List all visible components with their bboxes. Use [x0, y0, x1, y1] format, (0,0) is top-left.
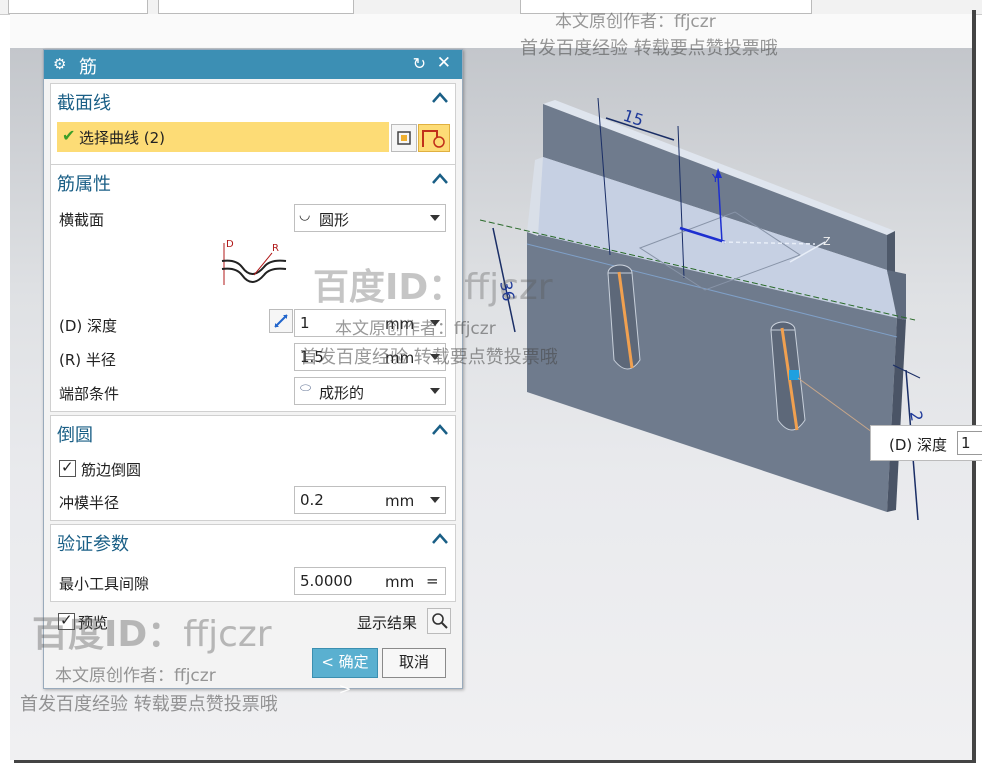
check-icon: ✔ — [62, 126, 76, 145]
collapse-caret-icon[interactable] — [431, 422, 449, 436]
watermark-id-label: 百度ID： — [313, 267, 465, 308]
end-condition-select[interactable]: ⬭ 成形的 — [294, 377, 446, 405]
select-curve-row[interactable]: ✔ 选择曲线 (2) — [57, 122, 389, 152]
watermark-id-value: ffjczr — [464, 267, 553, 308]
top-toolbar — [0, 0, 982, 15]
min-gap-unit: mm — [385, 573, 415, 591]
section-verify-header[interactable]: 验证参数 — [51, 525, 455, 558]
select-curve-label: 选择曲线 (2) — [79, 129, 166, 147]
min-gap-value: 5.0000 — [300, 572, 353, 590]
sketch-icon — [397, 131, 411, 145]
punch-radius-value: 0.2 — [300, 491, 324, 509]
dropdown-arrow-icon — [430, 388, 440, 394]
show-result-label: 显示结果 — [357, 614, 418, 632]
cross-section-label: 横截面 — [59, 211, 105, 229]
min-gap-op[interactable]: = — [426, 572, 439, 590]
watermark-author-bottom: 本文原创作者：ffjczr — [55, 666, 216, 686]
curve-select-icon — [422, 130, 445, 148]
depth-value: 1 — [300, 314, 310, 332]
section-fillet-title: 倒圆 — [57, 425, 93, 446]
collapse-caret-icon[interactable] — [431, 531, 449, 545]
cross-section-select[interactable]: ◡ 圆形 — [294, 204, 446, 232]
ribbon-strip — [10, 14, 972, 49]
watermark-id-bottom: 百度ID：ffjczr — [32, 605, 272, 657]
diagram-label-d: D — [226, 239, 234, 250]
tooltip-depth-input[interactable]: 1 — [957, 431, 982, 455]
min-gap-label: 最小工具间隙 — [59, 575, 150, 593]
section-verify: 验证参数 最小工具间隙 5.0000 mm = — [50, 524, 456, 602]
depth-label: (D) 深度 — [59, 317, 118, 335]
axis-y-label: Y — [711, 172, 719, 185]
round-section-icon: ◡ — [299, 208, 311, 223]
dialog-title: 筋 — [79, 57, 97, 78]
tooltip-depth-value: 1 — [961, 434, 971, 452]
dialog-titlebar: ⚙ 筋 ↻ ✕ — [44, 50, 462, 79]
watermark-id-value: ffjczr — [183, 614, 272, 655]
min-gap-input[interactable]: 5.0000 mm = — [294, 567, 446, 595]
section-curve-title: 截面线 — [57, 93, 111, 114]
watermark-author-center: 本文原创作者：ffjczr — [335, 319, 496, 339]
radius-label: (R) 半径 — [59, 351, 116, 369]
ok-button[interactable]: < 确定 > — [312, 648, 378, 698]
collapse-caret-icon[interactable] — [431, 90, 449, 104]
collapse-caret-icon[interactable] — [431, 171, 449, 185]
watermark-id-label: 百度ID： — [32, 614, 184, 655]
depth-tooltip: (D) 深度 1 — [870, 425, 982, 461]
section-fillet-header[interactable]: 倒圆 — [51, 416, 455, 449]
section-verify-title: 验证参数 — [57, 534, 129, 555]
curve-selection-button[interactable] — [418, 124, 450, 152]
end-condition-label: 端部条件 — [59, 385, 120, 403]
magnifier-icon — [432, 613, 448, 629]
punch-radius-label: 冲模半径 — [59, 494, 120, 512]
depth-drag-handle[interactable] — [789, 370, 799, 380]
cancel-button[interactable]: 取消 — [382, 648, 446, 678]
watermark-promo-bottom: 首发百度经验 转载要点赞投票哦 — [20, 694, 278, 715]
watermark-promo-center: 首发百度经验 转载要点赞投票哦 — [300, 347, 558, 368]
show-result-button[interactable] — [427, 608, 451, 634]
sketch-section-button[interactable] — [391, 124, 417, 152]
watermark-author-top: 本文原创作者：ffjczr — [555, 12, 716, 32]
punch-radius-unit: mm — [385, 492, 415, 510]
axis-z-label: Z — [823, 235, 831, 248]
rib-dialog: ⚙ 筋 ↻ ✕ 截面线 ✔ 选择曲线 (2) 筋属性 横截面 ◡ 圆形 D R … — [43, 49, 463, 698]
reset-icon[interactable]: ↻ — [413, 54, 426, 73]
tooltip-label: (D) 深度 — [889, 436, 948, 454]
toolbar-field-1[interactable] — [8, 0, 148, 14]
reverse-direction-icon — [274, 314, 288, 328]
dropdown-arrow-icon[interactable] — [430, 497, 440, 503]
dropdown-arrow-icon — [430, 215, 440, 221]
cross-section-value: 圆形 — [319, 211, 350, 229]
diagram-label-r: R — [272, 243, 279, 254]
punch-radius-input[interactable]: 0.2 mm — [294, 486, 446, 514]
dim-label-top: 15 — [621, 106, 646, 130]
edge-fillet-checkbox[interactable] — [59, 458, 76, 477]
upper-plate-side — [887, 231, 895, 276]
cross-section-diagram: D R — [221, 239, 287, 285]
toolbar-field-2[interactable] — [158, 0, 354, 14]
watermark-id-center: 百度ID：ffjczr — [313, 258, 553, 310]
gear-icon[interactable]: ⚙ — [53, 55, 66, 73]
section-properties-title: 筋属性 — [57, 174, 111, 195]
close-icon[interactable]: ✕ — [437, 53, 451, 73]
edge-fillet-label: 筋边倒圆 — [81, 461, 142, 479]
watermark-promo-top: 首发百度经验 转载要点赞投票哦 — [520, 38, 778, 59]
section-properties-header[interactable]: 筋属性 — [51, 165, 455, 198]
section-curve-header[interactable]: 截面线 — [51, 84, 455, 117]
formed-end-icon: ⬭ — [300, 381, 312, 396]
section-fillet: 倒圆 筋边倒圆 冲模半径 0.2 mm — [50, 415, 456, 521]
dim-label-right: 2 — [906, 409, 926, 422]
depth-reverse-button[interactable] — [269, 309, 293, 333]
window-shadow-right — [972, 10, 976, 762]
end-condition-value: 成形的 — [319, 384, 365, 402]
